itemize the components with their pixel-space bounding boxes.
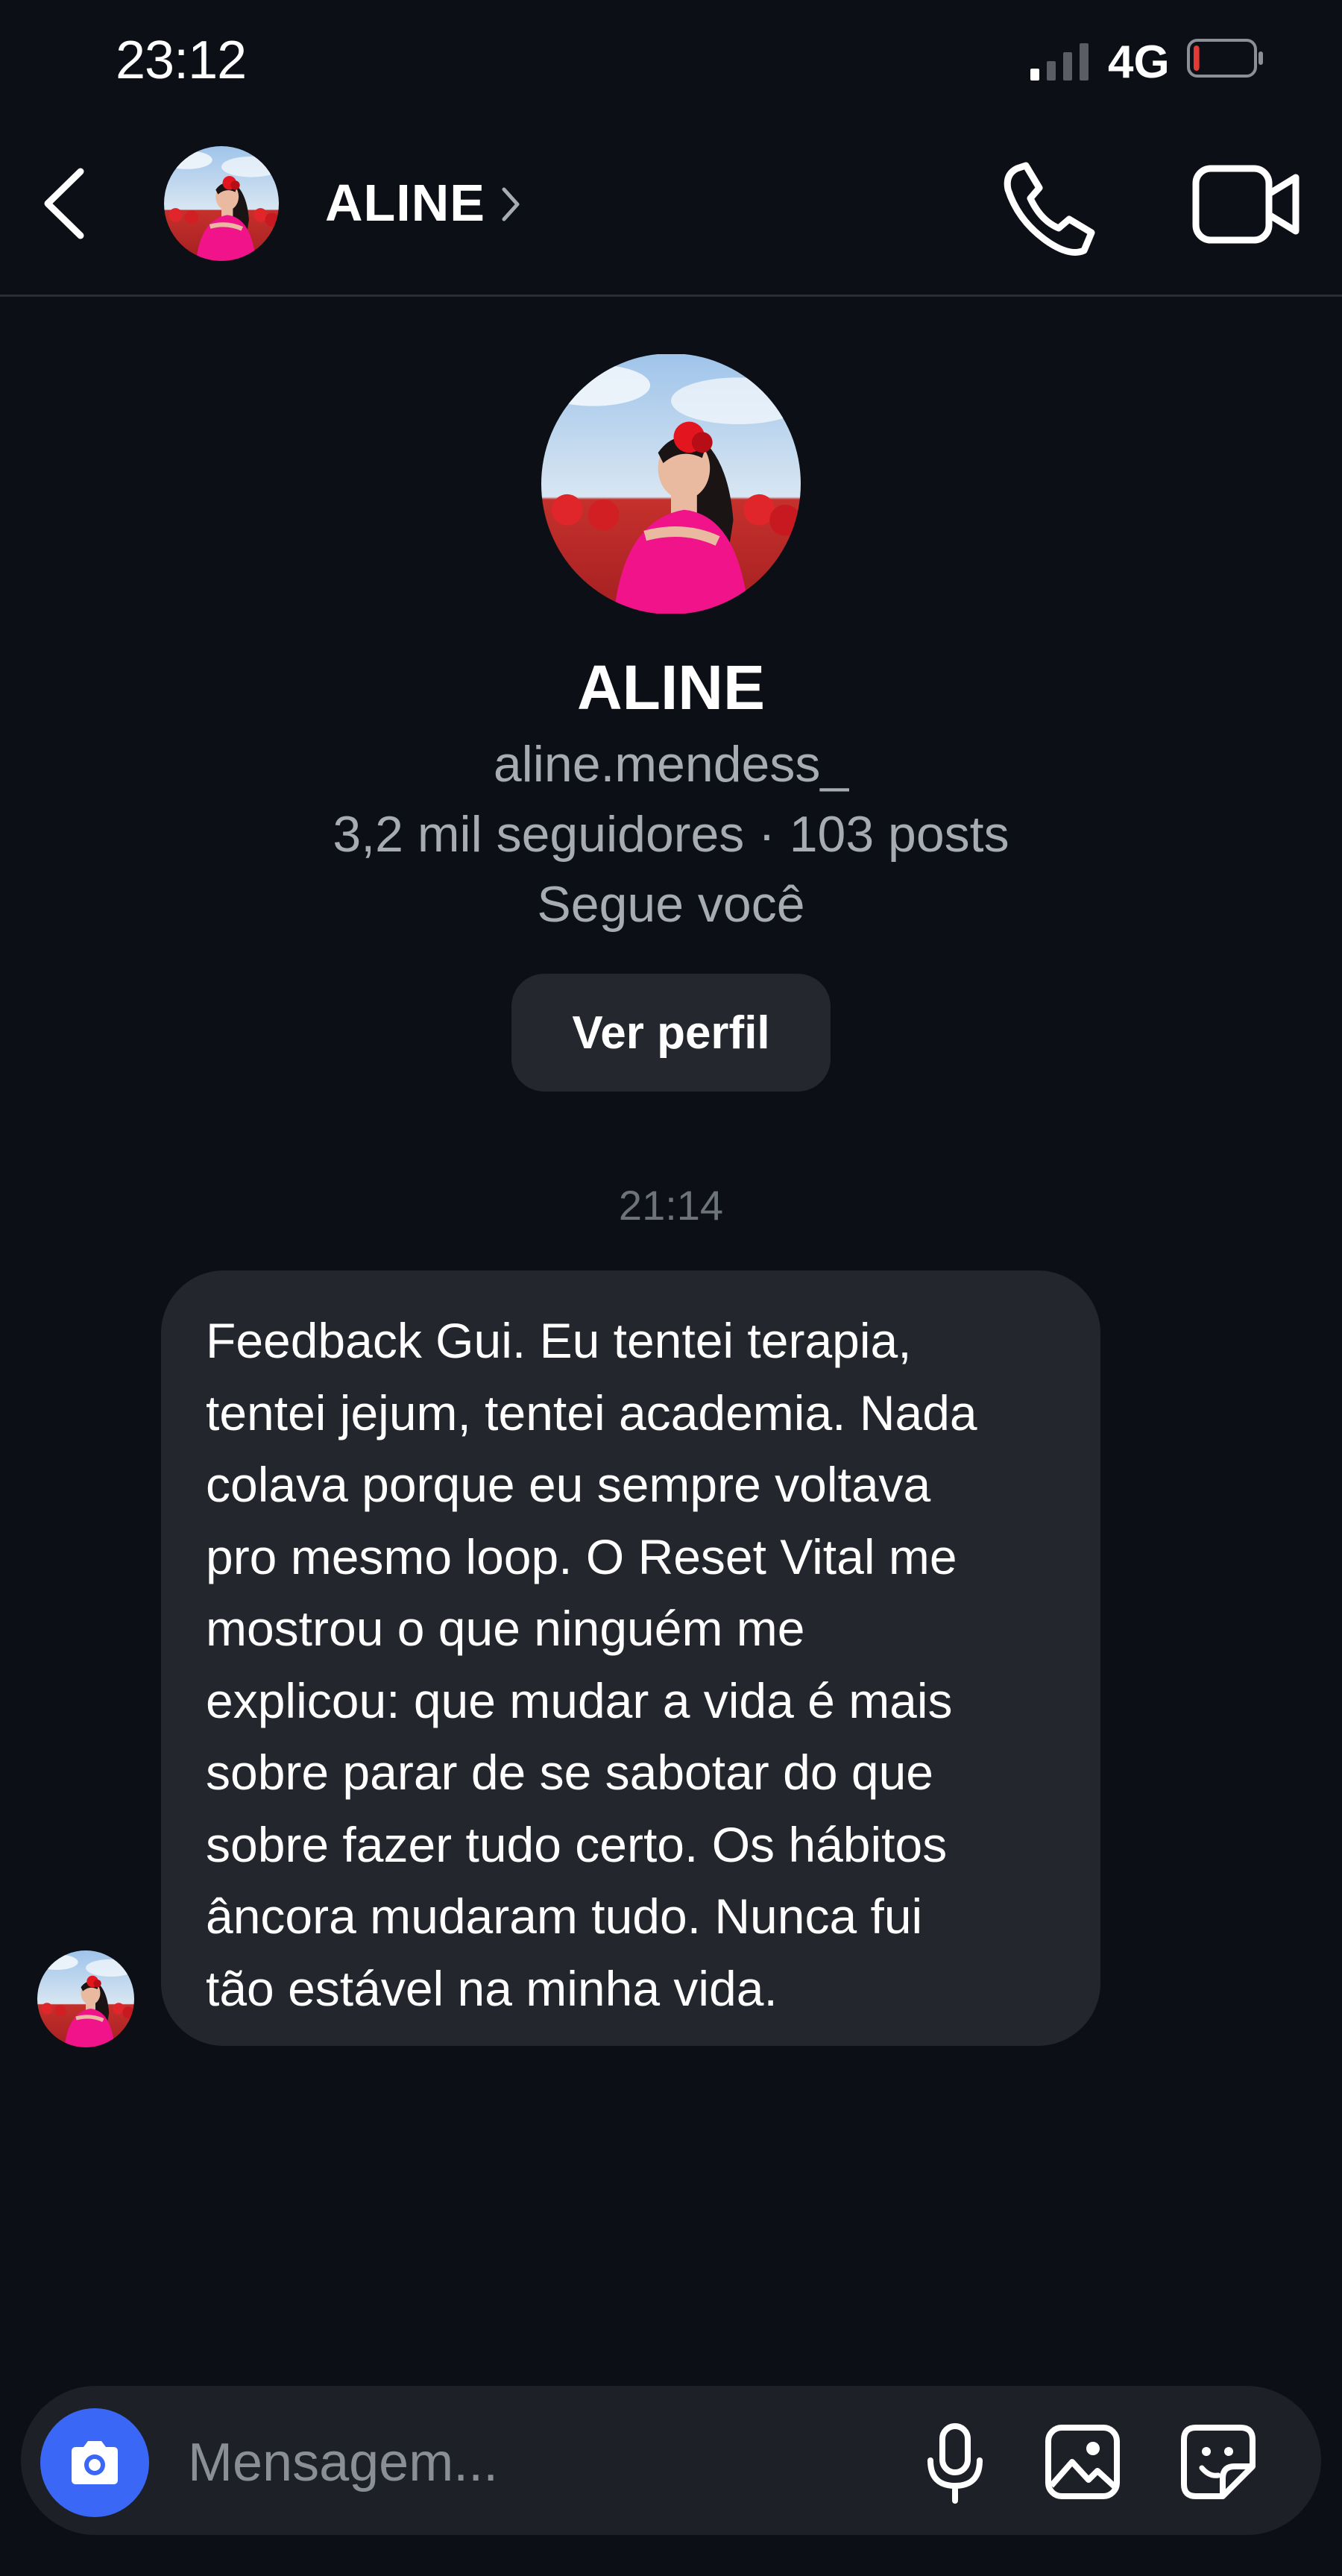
battery-icon — [1187, 39, 1263, 78]
chevron-right-icon[interactable] — [498, 182, 523, 227]
video-camera-icon[interactable] — [1191, 160, 1302, 249]
message-input[interactable] — [188, 2408, 859, 2517]
header-contact-name[interactable]: ALINE — [325, 173, 485, 233]
message-bubble[interactable]: Feedback Gui. Eu tentei terapia, tentei … — [161, 1270, 1100, 2046]
signal-strength-icon — [1030, 43, 1089, 81]
profile-stats: 3,2 mil seguidores · 103 posts — [333, 806, 1009, 863]
header-divider — [0, 295, 1342, 297]
network-type: 4G — [1108, 37, 1170, 88]
profile-username: aline.mendess_ — [493, 736, 849, 793]
avatar-photo — [164, 146, 279, 261]
back-arrow-icon[interactable] — [36, 163, 95, 245]
gallery-icon[interactable] — [1044, 2423, 1121, 2501]
message-timestamp: 21:14 — [618, 1182, 724, 1229]
profile-avatar[interactable] — [541, 353, 801, 614]
phone-icon[interactable] — [996, 155, 1100, 259]
header-avatar[interactable] — [164, 146, 279, 261]
status-time: 23:12 — [116, 31, 247, 90]
profile-photo — [541, 353, 801, 614]
follow-status: Segue você — [537, 876, 805, 933]
sender-photo — [37, 1950, 134, 2047]
view-profile-button[interactable]: Ver perfil — [511, 974, 831, 1092]
camera-icon — [72, 2441, 118, 2484]
message-text: Feedback Gui. Eu tentei terapia, tentei … — [206, 1313, 977, 2016]
profile-name: ALINE — [577, 652, 765, 722]
sticker-icon[interactable] — [1179, 2423, 1257, 2501]
microphone-icon[interactable] — [922, 2423, 989, 2505]
message-sender-avatar[interactable] — [37, 1950, 134, 2047]
camera-button[interactable] — [40, 2408, 149, 2517]
